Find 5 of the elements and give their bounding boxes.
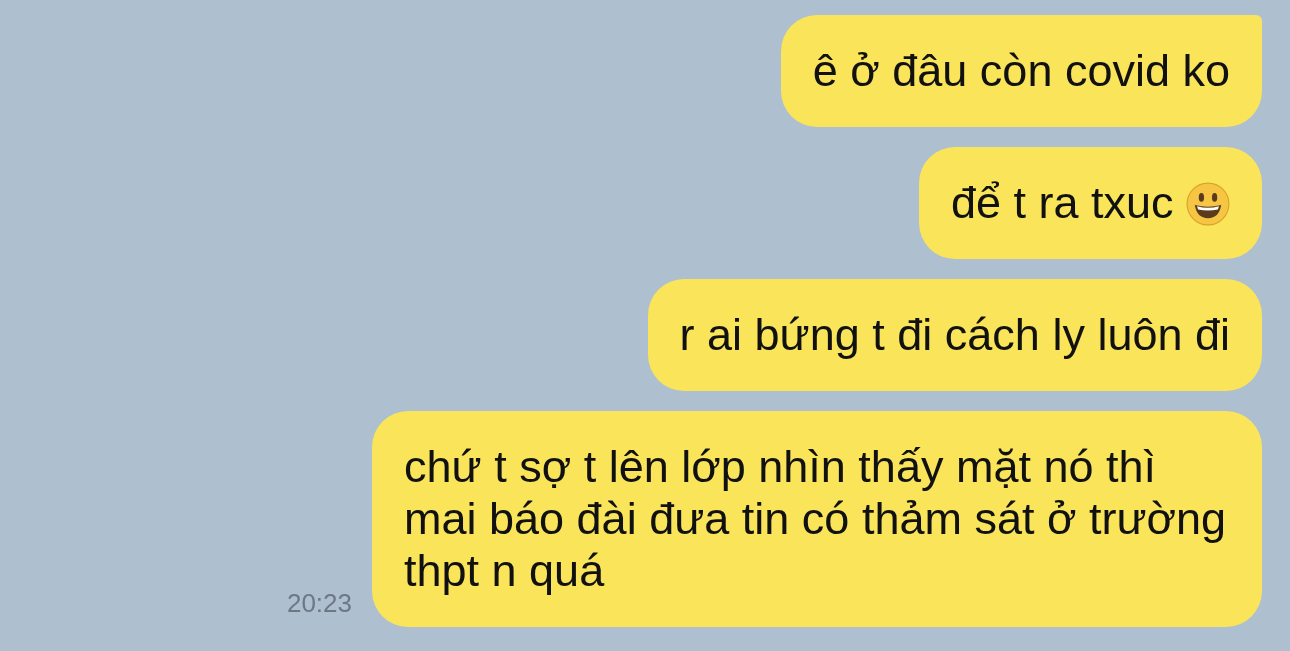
message-bubble: để t ra txuc (918, 147, 1262, 259)
message-bubble: chứ t sợ t lên lớp nhìn thấy mặt nó thì mai báo đài đưa tin có thảm sát ở trường thpt n quá (372, 411, 1262, 627)
message-bubble: r ai bứng t đi cách ly luôn đi (647, 279, 1262, 391)
message-bubble: ê ở đâu còn covid ko (780, 15, 1262, 127)
message-time: 20:23 (286, 588, 352, 619)
